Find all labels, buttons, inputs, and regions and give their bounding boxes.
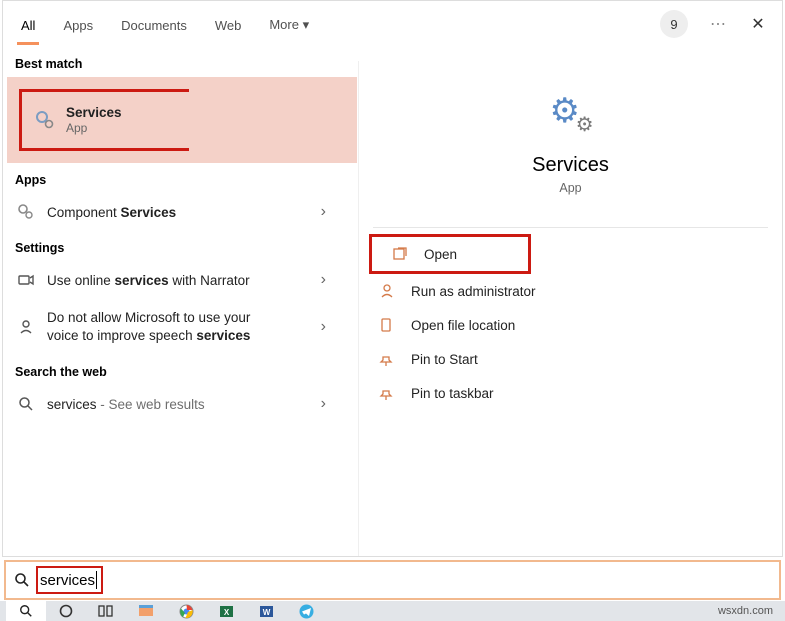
- tab-web[interactable]: Web: [201, 4, 256, 45]
- filter-tabs: All Apps Documents Web More ▾ 9 ⋯ ✕: [3, 1, 782, 47]
- svg-text:W: W: [262, 608, 270, 617]
- taskbar-cortana-icon[interactable]: [46, 601, 86, 621]
- action-pin-start[interactable]: Pin to Start: [359, 342, 782, 376]
- folder-icon: [379, 317, 401, 333]
- preview-pane: ⚙⚙ Services App Open Run as administrato…: [358, 61, 782, 556]
- tab-apps[interactable]: Apps: [49, 4, 107, 45]
- taskbar-telegram-icon[interactable]: [286, 601, 326, 621]
- result-component-services[interactable]: Component Services ›: [3, 193, 358, 231]
- taskbar: X W wsxdn.com: [0, 601, 785, 621]
- services-hero-icon: ⚙⚙: [546, 91, 596, 137]
- chevron-right-icon: ›: [321, 203, 326, 221]
- preview-subtitle: App: [359, 181, 782, 195]
- section-apps: Apps: [3, 163, 358, 193]
- section-web: Search the web: [3, 355, 358, 385]
- text-caret: [96, 571, 97, 589]
- chevron-down-icon: ▾: [303, 17, 310, 32]
- narrator-icon: [15, 271, 37, 289]
- admin-icon: [379, 283, 401, 299]
- search-icon: [15, 396, 37, 412]
- pin-icon: [379, 351, 401, 367]
- speech-icon: [15, 318, 37, 336]
- pin-icon: [379, 385, 401, 401]
- taskbar-excel-icon[interactable]: X: [206, 601, 246, 621]
- preview-title: Services: [359, 154, 782, 177]
- action-run-admin[interactable]: Run as administrator: [359, 274, 782, 308]
- taskbar-app-1[interactable]: [126, 601, 166, 621]
- tab-all[interactable]: All: [7, 4, 49, 45]
- svg-text:X: X: [223, 608, 229, 617]
- taskbar-search-icon[interactable]: [6, 601, 46, 621]
- action-pin-taskbar[interactable]: Pin to taskbar: [359, 376, 782, 410]
- taskbar-chrome-icon[interactable]: [166, 601, 206, 621]
- best-match-title: Services: [66, 105, 122, 120]
- open-icon: [392, 246, 414, 262]
- watermark: wsxdn.com: [718, 605, 779, 617]
- search-query-highlight: services: [36, 566, 103, 594]
- search-query-text: services: [40, 572, 95, 589]
- component-services-icon: [15, 203, 37, 221]
- close-button[interactable]: ✕: [738, 14, 778, 34]
- chevron-right-icon: ›: [321, 395, 326, 413]
- section-best-match: Best match: [3, 47, 358, 77]
- taskbar-word-icon[interactable]: W: [246, 601, 286, 621]
- tab-more[interactable]: More ▾: [255, 3, 323, 45]
- tab-documents[interactable]: Documents: [107, 4, 201, 45]
- action-open[interactable]: Open: [369, 234, 531, 274]
- action-open-location[interactable]: Open file location: [359, 308, 782, 342]
- taskbar-taskview-icon[interactable]: [86, 601, 126, 621]
- rewards-badge[interactable]: 9: [660, 10, 688, 38]
- results-list: Best match Services App Apps: [3, 47, 358, 556]
- section-settings: Settings: [3, 231, 358, 261]
- services-gears-icon: [34, 110, 56, 130]
- divider: [373, 227, 768, 228]
- result-narrator-services[interactable]: Use online services with Narrator ›: [3, 261, 358, 299]
- result-web-services[interactable]: services - See web results ›: [3, 385, 358, 423]
- result-voice-services[interactable]: Do not allow Microsoft to use your voice…: [3, 299, 358, 355]
- chevron-right-icon: ›: [321, 271, 326, 289]
- best-match-subtitle: App: [66, 121, 122, 135]
- search-icon: [14, 572, 30, 588]
- overflow-menu-icon[interactable]: ⋯: [700, 14, 738, 34]
- best-match-services[interactable]: Services App: [7, 77, 357, 163]
- chevron-right-icon: ›: [321, 318, 326, 336]
- search-input-bar[interactable]: services: [4, 560, 781, 600]
- windows-search-panel: All Apps Documents Web More ▾ 9 ⋯ ✕ Best…: [2, 0, 783, 557]
